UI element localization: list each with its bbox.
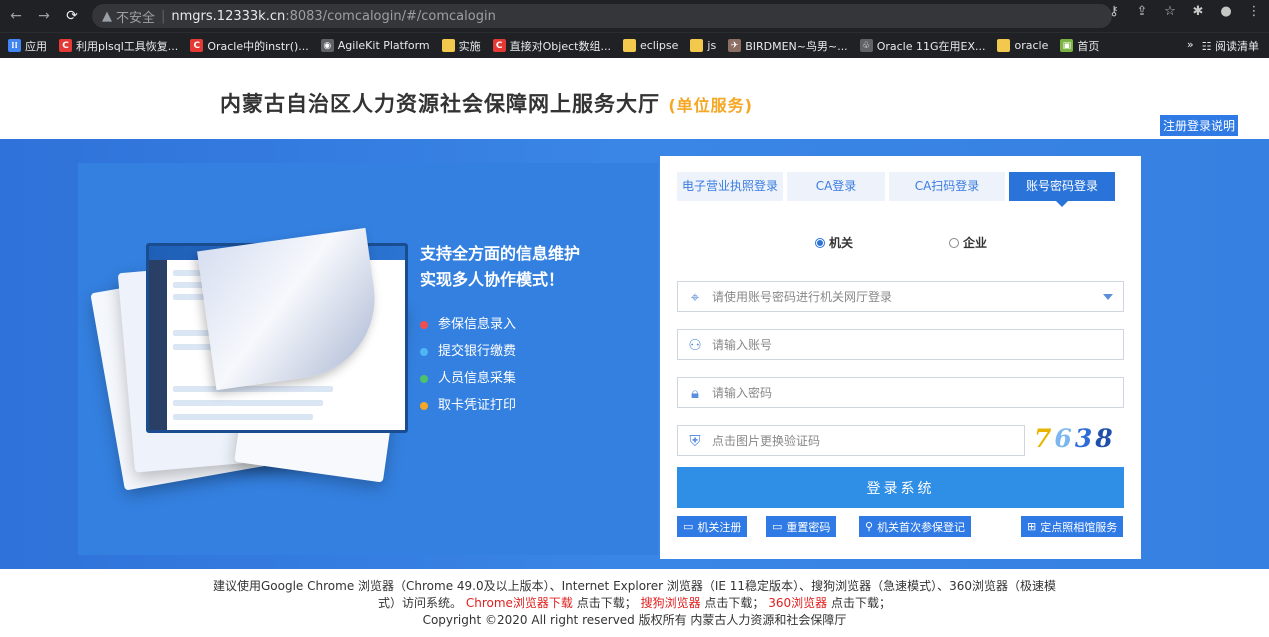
feature-pitch: 支持全方面的信息维护 实现多人协作模式！ 参保信息录入 提交银行缴费 人员信息采集取… xyxy=(420,241,580,419)
page-title: 内蒙古自治区人力资源社会保障网上服务大厅 (单位服务) xyxy=(220,88,753,118)
url-host: nmgrs.12333k.cn xyxy=(171,8,286,24)
star-icon[interactable]: ☆ xyxy=(1161,4,1179,19)
login-type-select[interactable]: ⌖ 请使用账号密码进行机关网厅登录 xyxy=(677,281,1124,312)
hero-banner: 支持全方面的信息维护 实现多人协作模式！ 参保信息录入 提交银行缴费 人员信息采集取… xyxy=(0,139,1269,569)
feature-item: 取卡凭证打印 xyxy=(420,392,580,419)
map-pin-icon: ⌖ xyxy=(690,287,700,306)
monitor-icon: ▭ xyxy=(683,520,694,533)
bullet-dot-icon xyxy=(420,401,428,410)
feature-item: 参保信息录入 xyxy=(420,311,580,338)
paw-icon: ♧ xyxy=(859,39,873,52)
c-icon: C xyxy=(492,39,506,52)
globe-icon: ◉ xyxy=(320,39,334,52)
headline-2: 实现多人协作模式！ xyxy=(420,270,565,289)
folder-icon xyxy=(690,39,704,52)
qihoo-download-link[interactable]: 360浏览器 xyxy=(768,596,827,610)
site-subtitle: (单位服务) xyxy=(668,96,753,115)
bookmark-item[interactable]: 实施 xyxy=(441,38,481,54)
headline-1: 支持全方面的信息维护 xyxy=(420,244,581,263)
menu-icon[interactable]: ⋮ xyxy=(1245,4,1263,19)
copyright: Copyright ©2020 All right reserved 版权所有 … xyxy=(422,613,847,627)
bookmark-item[interactable]: oracle xyxy=(997,39,1048,52)
shield-icon: ⛨ xyxy=(689,431,701,450)
radio-org[interactable]: 机关 xyxy=(815,234,853,251)
reload-icon[interactable]: ⟳ xyxy=(60,4,84,28)
radio-company[interactable]: 企业 xyxy=(949,234,987,251)
login-type-radios: 机关 企业 xyxy=(815,234,987,251)
reading-list-icon: ☷ xyxy=(1201,40,1215,53)
sogou-download-link[interactable]: 搜狗浏览器 xyxy=(641,596,701,610)
folder-icon xyxy=(441,39,455,52)
share-icon[interactable]: ⇪ xyxy=(1133,4,1151,19)
profile-icon[interactable]: ● xyxy=(1217,4,1235,19)
user-icon: ⚇ xyxy=(688,335,702,354)
back-icon[interactable]: ← xyxy=(4,4,28,28)
key-icon[interactable]: ⚷ xyxy=(1105,4,1123,19)
footer: 建议使用Google Chrome 浏览器（Chrome 49.0及以上版本）、… xyxy=(0,578,1269,629)
bookmark-item[interactable]: js xyxy=(690,39,716,52)
search-icon: ⚲ xyxy=(865,520,874,533)
plus-square-icon: ⊞ xyxy=(1027,520,1037,533)
feature-item: 提交银行缴费 xyxy=(420,338,580,365)
chevron-down-icon xyxy=(1103,294,1113,300)
monitor-icon: ▭ xyxy=(772,520,783,533)
first-registration-button[interactable]: ⚲ 机关首次参保登记 xyxy=(859,516,972,537)
bookmark-item[interactable]: ▣ 首页 xyxy=(1060,38,1099,54)
bird-icon: ✈ xyxy=(728,39,742,52)
unsafe-label: 不安全 xyxy=(116,10,156,26)
promo-card: 支持全方面的信息维护 实现多人协作模式！ 参保信息录入 提交银行缴费 人员信息采集取… xyxy=(78,163,658,555)
feature-item: 人员信息采集 xyxy=(420,365,580,392)
bookmarks-bar: ⁞⁞ 应用 C 利用plsql工具恢复... C Oracle中的instr()... ◉ A… xyxy=(0,32,1269,58)
register-help-link[interactable]: 注册登录说明 xyxy=(1160,115,1239,136)
reset-password-button[interactable]: ▭ 重置密码 xyxy=(766,516,837,537)
extensions-icon[interactable]: ✱ xyxy=(1189,4,1207,19)
login-button[interactable]: 登录系统 xyxy=(677,467,1124,508)
folder-icon xyxy=(622,39,636,52)
forward-icon[interactable]: → xyxy=(32,4,56,28)
site-title-text: 内蒙古自治区人力资源社会保障网上服务大厅 xyxy=(220,92,660,116)
bookmark-item[interactable]: ♧ Oracle 11G在用EX... xyxy=(859,38,985,54)
illustration xyxy=(90,227,408,491)
apps-icon: ⁞⁞ xyxy=(8,39,21,52)
more-bookmarks-button[interactable]: » xyxy=(1187,38,1194,54)
password-input[interactable]: 🔒︎ 请输入密码 xyxy=(677,377,1124,408)
image-icon: ▣ xyxy=(1060,39,1074,52)
login-tab[interactable]: 电子营业执照登录 xyxy=(677,172,783,201)
bookmark-item[interactable]: ⁞⁞ 应用 xyxy=(8,38,47,54)
org-register-button[interactable]: ▭ 机关注册 xyxy=(677,516,748,537)
warning-icon: ▲ xyxy=(102,8,112,24)
lock-icon: 🔒︎ xyxy=(691,383,699,402)
browser-toolbar: ← → ⟳ ▲ 不安全 | nmgrs.12333k.cn :8083/comc… xyxy=(0,0,1269,32)
login-panel: 电子营业执照登录 CA登录 CA扫码登录 账号密码登录 机关 企业 ⌖ 请使用账号密码… xyxy=(660,156,1141,559)
bookmark-item[interactable]: ◉ AgileKit Platform xyxy=(320,39,430,52)
radio-selected-icon xyxy=(815,237,825,248)
c-icon: C xyxy=(59,39,72,52)
account-input[interactable]: ⚇ 请输入账号 xyxy=(677,329,1124,360)
login-tab[interactable]: 账号密码登录 xyxy=(1009,172,1115,207)
bookmark-item[interactable]: C Oracle中的instr()... xyxy=(190,38,309,54)
login-tab[interactable]: CA登录 xyxy=(787,172,885,201)
feature-list: 参保信息录入 提交银行缴费 人员信息采集 取卡凭证打印 xyxy=(420,311,580,419)
radio-empty-icon xyxy=(949,237,960,248)
url-path: :8083/comcalogin/#/comcalogin xyxy=(285,8,496,24)
c-icon: C xyxy=(190,39,204,52)
bullet-dot-icon xyxy=(420,320,428,329)
bookmark-item[interactable]: ✈ BIRDMEN~鸟男~... xyxy=(728,38,848,54)
login-tabs: 电子营业执照登录 CA登录 CA扫码登录 账号密码登录 xyxy=(677,172,1115,207)
bookmark-item[interactable]: eclipse xyxy=(622,39,678,52)
bullet-dot-icon xyxy=(420,347,428,356)
captcha-image[interactable]: 7638 xyxy=(1034,424,1116,453)
folder-icon xyxy=(997,39,1011,52)
address-bar[interactable]: ▲ 不安全 | nmgrs.12333k.cn :8083/comcalogin… xyxy=(92,4,1112,28)
chrome-download-link[interactable]: Chrome浏览器下载 xyxy=(466,596,573,610)
captcha-input[interactable]: ⛨ 点击图片更换验证码 xyxy=(677,425,1025,456)
photo-studio-button[interactable]: ⊞ 定点照相馆服务 xyxy=(1021,516,1124,537)
browser-advice: 建议使用Google Chrome 浏览器（Chrome 49.0及以上版本）、… xyxy=(213,579,1056,593)
bookmark-item[interactable]: C 利用plsql工具恢复... xyxy=(59,38,178,54)
bullet-dot-icon xyxy=(420,374,428,383)
bookmark-item[interactable]: C 直接对Object数组... xyxy=(492,38,611,54)
login-tab[interactable]: CA扫码登录 xyxy=(889,172,1005,201)
reading-list-button[interactable]: ☷ 阅读清单 xyxy=(1202,38,1259,54)
